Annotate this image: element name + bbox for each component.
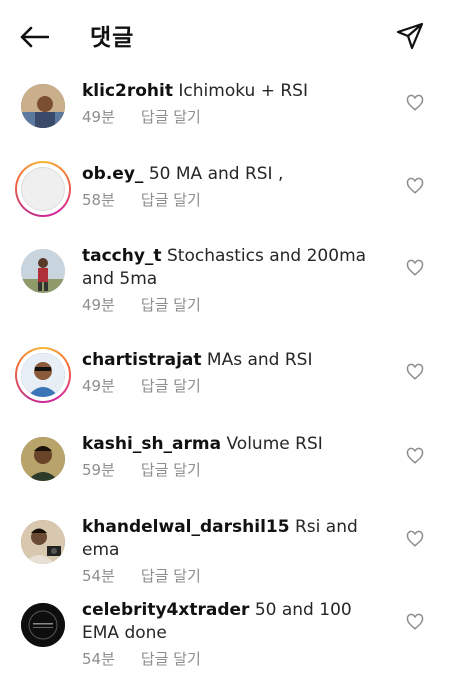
heart-icon[interactable]	[406, 177, 424, 195]
comment-username[interactable]: tacchy_t	[82, 246, 162, 266]
avatar[interactable]	[19, 601, 67, 649]
reply-button[interactable]: 답글 달기	[141, 106, 201, 127]
reply-button[interactable]: 답글 달기	[141, 459, 201, 480]
comment-item: kashi_sh_arma Volume RSI 59분 답글 달기	[0, 429, 450, 512]
reply-button[interactable]: 답글 달기	[141, 565, 201, 586]
comment-item: khandelwal_darshil15 Rsi and ema 54분 답글 달…	[0, 512, 450, 595]
comment-item: celebrity4xtrader 50 and 100 EMA done 54…	[0, 595, 450, 695]
comment-username[interactable]: chartistrajat	[82, 350, 202, 370]
heart-icon[interactable]	[406, 613, 424, 631]
avatar[interactable]	[19, 82, 67, 130]
comment-time: 54분	[82, 650, 115, 668]
reply-button[interactable]: 답글 달기	[141, 648, 201, 669]
comment-username[interactable]: ob.ey_	[82, 164, 143, 184]
comment-time: 58분	[82, 191, 115, 209]
avatar[interactable]	[19, 435, 67, 483]
comment-time: 49분	[82, 108, 115, 126]
comment-time: 49분	[82, 296, 115, 314]
comment-username[interactable]: klic2rohit	[82, 81, 173, 101]
avatar[interactable]	[19, 247, 67, 295]
comment-text: 50 MA and RSI ,	[148, 164, 284, 184]
heart-icon[interactable]	[406, 94, 424, 112]
avatar[interactable]	[15, 161, 71, 217]
heart-icon[interactable]	[406, 259, 424, 277]
page-title: 댓글	[90, 25, 135, 51]
comment-item: chartistrajat MAs and RSI 49분 답글 달기	[0, 345, 450, 429]
comment-time: 59분	[82, 461, 115, 479]
heart-icon[interactable]	[406, 447, 424, 465]
avatar[interactable]	[15, 347, 71, 403]
comment-time: 54분	[82, 567, 115, 585]
comment-username[interactable]: celebrity4xtrader	[82, 600, 249, 620]
arrow-left-icon	[20, 26, 49, 48]
comment-item: tacchy_t Stochastics and 200ma and 5ma 4…	[0, 239, 450, 345]
reply-button[interactable]: 답글 달기	[141, 294, 201, 315]
heart-icon[interactable]	[406, 530, 424, 548]
back-button[interactable]	[16, 20, 52, 54]
comment-username[interactable]: khandelwal_darshil15	[82, 517, 290, 537]
comment-time: 49분	[82, 377, 115, 395]
comment-text: Volume RSI	[226, 434, 323, 454]
reply-button[interactable]: 답글 달기	[141, 189, 201, 210]
comment-username[interactable]: kashi_sh_arma	[82, 434, 221, 454]
heart-icon[interactable]	[406, 363, 424, 381]
avatar[interactable]	[19, 518, 67, 566]
reply-button[interactable]: 답글 달기	[141, 375, 201, 396]
send-button[interactable]	[392, 18, 428, 54]
comment-text: MAs and RSI	[206, 350, 313, 370]
paper-plane-icon	[396, 22, 424, 50]
top-bar: 댓글	[0, 0, 450, 72]
comment-item: klic2rohit Ichimoku + RSI 49분 답글 달기	[0, 72, 450, 157]
comment-list: klic2rohit Ichimoku + RSI 49분 답글 달기 ob.ey…	[0, 72, 450, 695]
comment-text: Ichimoku + RSI	[178, 81, 308, 101]
comment-item: ob.ey_ 50 MA and RSI , 58분 답글 달기	[0, 157, 450, 239]
